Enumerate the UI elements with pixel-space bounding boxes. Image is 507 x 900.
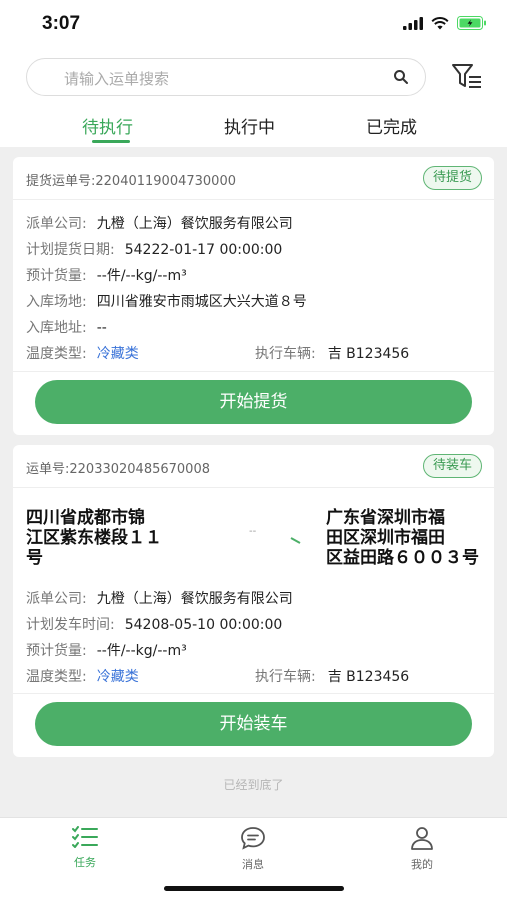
tabbar-item-tasks[interactable]: 任务 [55, 826, 115, 870]
temperature-type-row: 温度类型: 冷藏类 [26, 346, 139, 362]
route-distance: -- [249, 526, 257, 537]
user-icon [411, 827, 433, 850]
home-indicator [164, 886, 344, 891]
tabbar-label: 我的 [411, 858, 433, 871]
divider [13, 693, 494, 694]
status-badge: 待装车 [422, 454, 482, 478]
search-input[interactable]: 请输入运单搜索 [26, 58, 426, 96]
route-arrow-icon [211, 537, 301, 544]
tab-active-indicator [92, 140, 130, 143]
search-icon[interactable] [393, 69, 409, 85]
tab-completed[interactable]: 已完成 [366, 113, 417, 138]
planned-pickup-date-row: 计划提货日期: 54222-01-17 00:00:00 [26, 242, 283, 258]
filter-icon[interactable] [451, 62, 483, 90]
tab-in-progress[interactable]: 执行中 [224, 113, 275, 138]
tabbar-label: 消息 [242, 858, 264, 871]
waybill-card-loading[interactable]: 运单号:22033020485670008 待装车 四川省成都市锦 江区紫东楼段… [13, 445, 494, 757]
dispatch-company-row: 派单公司: 九橙（上海）餐饮服务有限公司 [26, 216, 293, 232]
wifi-icon [431, 16, 449, 29]
waybill-number: 运单号:22033020485670008 [26, 462, 210, 477]
task-list-icon [72, 826, 98, 849]
tabbar-item-messages[interactable]: 消息 [223, 826, 283, 872]
dispatch-company-row: 派单公司: 九橙（上海）餐饮服务有限公司 [26, 591, 293, 607]
destination-address: 广东省深圳市福 田区深圳市福田 区益田路６００３号 [326, 508, 479, 568]
top-area: 请输入运单搜索 待执行 执行中 已完成 [0, 50, 507, 147]
estimated-volume-row: 预计货量: --件/--kg/--m³ [26, 643, 187, 659]
search-placeholder: 请输入运单搜索 [64, 70, 170, 88]
tabbar-item-profile[interactable]: 我的 [392, 826, 452, 872]
divider [13, 371, 494, 372]
message-icon [241, 827, 265, 850]
warehouse-site-row: 入库场地: 四川省雅安市雨城区大兴大道８号 [26, 294, 307, 310]
card-header: 提货运单号:22040119004730000 待提货 [13, 157, 494, 200]
status-bar: 3:07 [0, 0, 507, 50]
origin-address: 四川省成都市锦 江区紫东楼段１１ 号 [26, 508, 162, 568]
tabbar-label: 任务 [74, 856, 96, 869]
temperature-type-row: 温度类型: 冷藏类 [26, 669, 139, 685]
status-badge: 待提货 [422, 166, 482, 190]
start-loading-button[interactable]: 开始装车 [35, 702, 472, 746]
waybill-number: 提货运单号:22040119004730000 [26, 174, 236, 189]
estimated-volume-row: 预计货量: --件/--kg/--m³ [26, 268, 187, 284]
vehicle-row: 执行车辆: 吉 B123456 [255, 346, 410, 362]
signal-icon [403, 16, 423, 30]
end-of-list-text: 已经到底了 [223, 778, 284, 792]
status-icons [403, 16, 487, 30]
tab-pending[interactable]: 待执行 [82, 113, 133, 138]
start-pickup-button[interactable]: 开始提货 [35, 380, 472, 424]
planned-departure-time-row: 计划发车时间: 54208-05-10 00:00:00 [26, 617, 283, 633]
waybill-card-pickup[interactable]: 提货运单号:22040119004730000 待提货 派单公司: 九橙（上海）餐… [13, 157, 494, 435]
card-header: 运单号:22033020485670008 待装车 [13, 445, 494, 488]
warehouse-address-row: 入库地址: -- [26, 320, 107, 336]
battery-icon [457, 16, 486, 30]
status-time: 3:07 [42, 13, 81, 34]
vehicle-row: 执行车辆: 吉 B123456 [255, 669, 410, 685]
